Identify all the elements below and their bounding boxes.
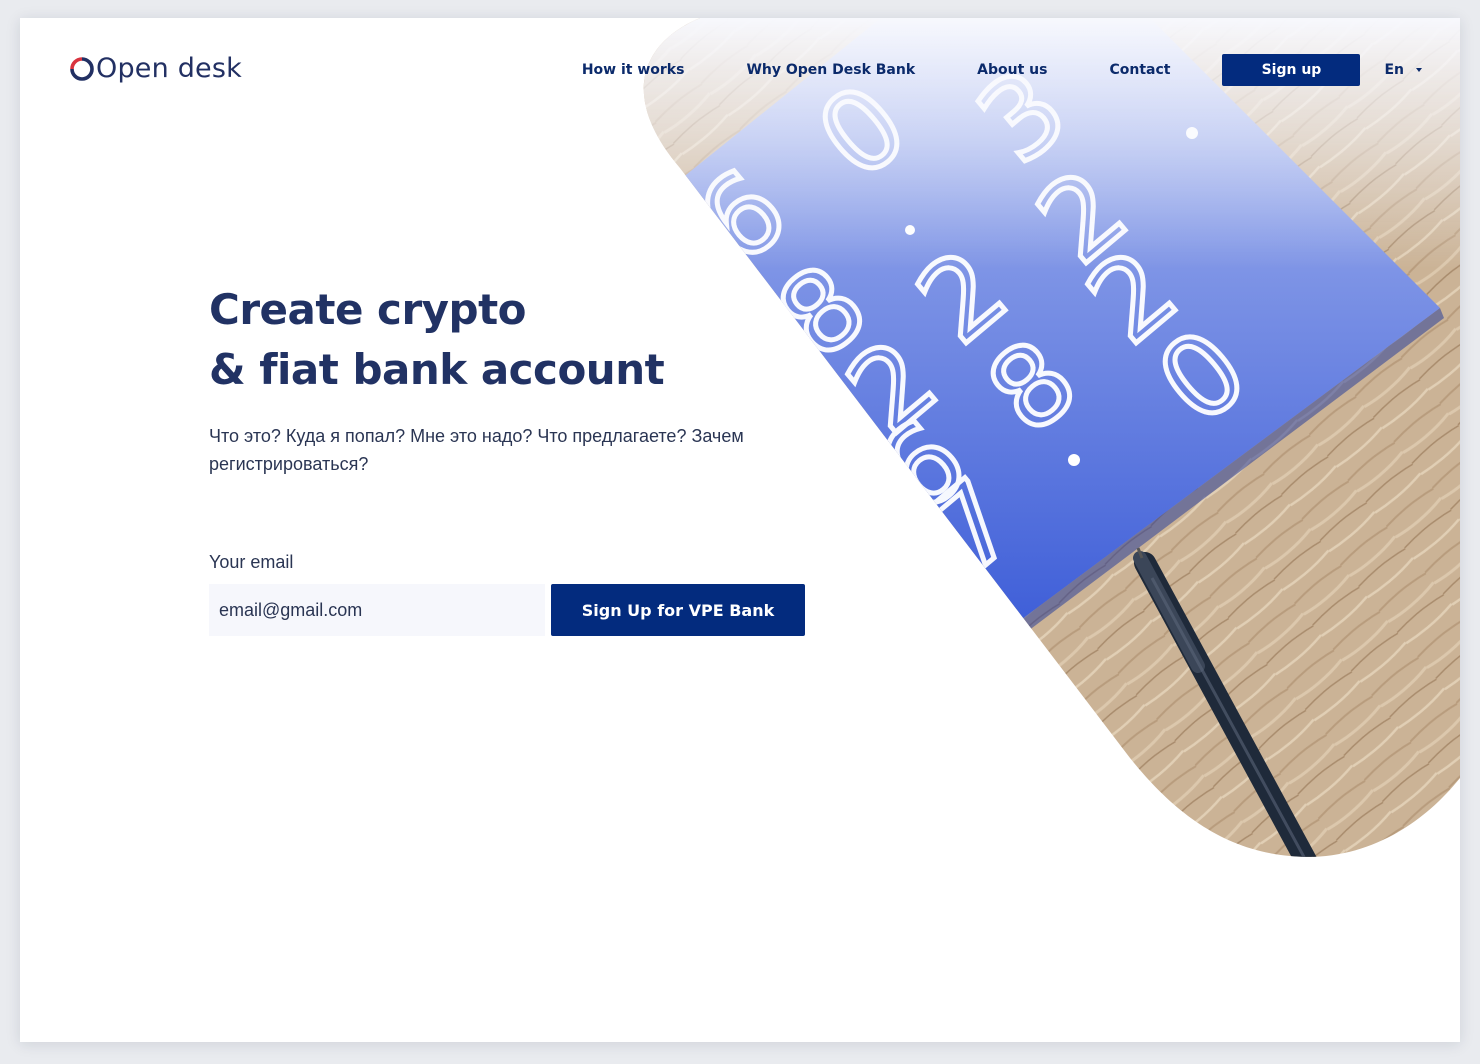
signup-vpe-bank-button[interactable]: Sign Up for VPE Bank <box>551 584 805 636</box>
hero-image: 0 6 3 2 8 2 2 0 2 8 6 7 <box>643 18 1460 857</box>
nav-how-it-works[interactable]: How it works <box>582 62 685 78</box>
chevron-down-icon <box>1416 68 1422 72</box>
language-selector[interactable]: En <box>1384 62 1422 78</box>
nav-contact[interactable]: Contact <box>1109 62 1170 78</box>
nav-signup-button[interactable]: Sign up <box>1222 54 1361 86</box>
hero-title: Create crypto & fiat bank account <box>209 280 809 400</box>
email-label: Your email <box>209 552 294 572</box>
hero-title-line1: Create crypto <box>209 285 527 334</box>
language-label: En <box>1384 62 1404 78</box>
hero-title-line2: & fiat bank account <box>209 345 665 394</box>
logo-text: Open desk <box>96 53 242 84</box>
logo[interactable]: Open desk <box>66 52 242 86</box>
page-frame: 0 6 3 2 8 2 2 0 2 8 6 7 <box>20 18 1460 1042</box>
open-desk-logo-mark-icon <box>70 57 94 81</box>
email-input[interactable] <box>209 584 545 636</box>
nav-why-open-desk-bank[interactable]: Why Open Desk Bank <box>746 62 915 78</box>
hero-section: Create crypto & fiat bank account Что эт… <box>209 280 809 478</box>
nav-about-us[interactable]: About us <box>977 62 1047 78</box>
hero-subtitle: Что это? Куда я попал? Мне это надо? Что… <box>209 426 744 474</box>
main-nav: How it works Why Open Desk Bank About us… <box>582 54 1422 86</box>
